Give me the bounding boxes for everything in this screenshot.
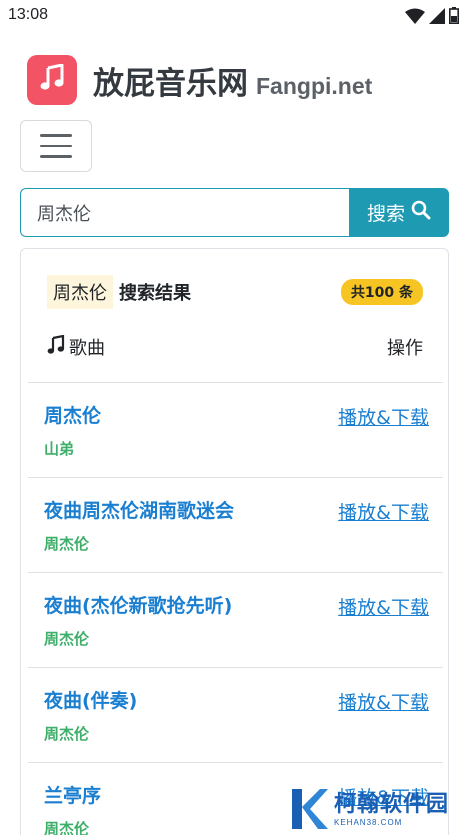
list-item: 周杰伦 山弟 播放&下载 [28,382,443,477]
status-icons [405,7,459,24]
status-bar: 13:08 [0,0,469,32]
column-song-label: 歌曲 [69,338,105,359]
song-artist[interactable]: 周杰伦 [44,628,89,649]
column-song: 歌曲 [47,334,105,360]
watermark-name: 柯翰软件园 [334,792,450,817]
song-title[interactable]: 周杰伦 [44,401,101,428]
site-title-en: Fangpi.net [256,73,373,99]
search-button[interactable]: 搜索 [349,188,449,237]
song-title[interactable]: 夜曲(伴奏) [44,686,137,713]
play-download-link[interactable]: 播放&下载 [338,688,429,715]
search-input[interactable] [20,188,349,237]
watermark: 柯翰软件园 KEHAN38.COM [288,786,469,835]
music-note-icon [47,334,65,360]
watermark-text: 柯翰软件园 KEHAN38.COM [334,794,449,827]
signal-icon [429,7,445,24]
search-query: 周杰伦 [47,275,113,309]
column-ops-label: 操作 [387,338,423,359]
song-artist[interactable]: 山弟 [44,438,74,459]
hamburger-icon-line [40,144,72,148]
music-note-icon [39,63,65,96]
watermark-k-logo-icon [288,787,328,835]
song-title[interactable]: 夜曲(杰伦新歌抢先听) [44,591,232,618]
play-download-link[interactable]: 播放&下载 [338,498,429,525]
list-item: 夜曲(伴奏) 周杰伦 播放&下载 [28,667,443,762]
site-logo[interactable] [27,55,77,105]
count-badge: 共100 条 [340,279,423,305]
battery-icon [449,7,459,24]
song-artist[interactable]: 周杰伦 [44,533,89,554]
song-title[interactable]: 兰亭序 [44,781,101,808]
hamburger-icon-line [40,155,72,158]
results-header: 周杰伦 搜索结果 共100 条 [47,274,423,310]
site-title[interactable]: 放屁音乐网 Fangpi.net [93,58,372,103]
results-column-header: 歌曲 操作 [47,332,423,362]
results-heading: 搜索结果 [119,283,191,304]
site-title-cn: 放屁音乐网 [93,66,248,102]
search-icon [411,200,431,225]
hamburger-icon [40,134,72,137]
list-item: 夜曲周杰伦湖南歌迷会 周杰伦 播放&下载 [28,477,443,572]
watermark-domain: KEHAN38.COM [334,818,403,827]
menu-toggle-button[interactable] [20,120,92,172]
results-list: 周杰伦 山弟 播放&下载 夜曲周杰伦湖南歌迷会 周杰伦 播放&下载 夜曲(杰伦新… [28,382,443,835]
song-artist[interactable]: 周杰伦 [44,818,89,835]
list-item: 夜曲(杰伦新歌抢先听) 周杰伦 播放&下载 [28,572,443,667]
search-form: 搜索 [20,188,449,237]
status-time: 13:08 [8,6,49,23]
results-card: 周杰伦 搜索结果 共100 条 歌曲 操作 周杰伦 山弟 播放&下载 夜曲周杰伦… [20,248,449,835]
search-button-label: 搜索 [366,203,405,225]
song-title[interactable]: 夜曲周杰伦湖南歌迷会 [44,496,234,523]
play-download-link[interactable]: 播放&下载 [338,593,429,620]
play-download-link[interactable]: 播放&下载 [338,403,429,430]
wifi-icon [405,8,425,24]
song-artist[interactable]: 周杰伦 [44,723,89,744]
